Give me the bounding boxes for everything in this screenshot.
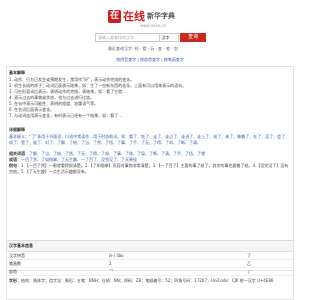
related-label: 相关词语 bbox=[9, 151, 25, 156]
footer-label: 字形 bbox=[9, 278, 17, 283]
logo-subtitle: 新华字典 bbox=[147, 12, 175, 20]
lookup-nav[interactable]: 按拼音查字 | 按部首查字 | 按笔画查字 bbox=[0, 57, 300, 63]
info-table-title: 汉字基本信息 bbox=[7, 241, 293, 252]
page: 在 在线 新华字典 www.xxxx.cn 请输入要查找的汉字 汉字 查询 最近… bbox=[0, 0, 300, 300]
logo-mark-icon: 在 bbox=[108, 9, 121, 23]
table-row: 部首 乛 亅 bbox=[7, 268, 293, 276]
site-logo[interactable]: 在 在线 新华字典 bbox=[108, 8, 175, 24]
basic-title: 基本解释 bbox=[9, 70, 25, 75]
logo-url: www.xxxx.cn bbox=[140, 23, 167, 28]
example-label: 例句 bbox=[9, 163, 17, 168]
idiom-words[interactable]: 一目了然、了如指掌、了无生趣、一了百了、没完没了、了无牵挂 bbox=[21, 157, 137, 162]
table-row: 笔画数 2 乙 bbox=[7, 260, 293, 268]
search-bar: 请输入要查找的汉字 汉字 查询 bbox=[95, 33, 206, 42]
example-text: 1.【一目了然】一眼就看得很清楚。2.【了如指掌】形容对事物非常清楚。3.【一了… bbox=[9, 163, 289, 174]
search-input[interactable]: 请输入要查找的汉字 bbox=[95, 33, 161, 42]
footer-info: 字形：结构：独体字；造字法：象形；五笔：BNH；仓颉：NN；郑码：ZB；笔顺编号… bbox=[9, 278, 274, 283]
footer-content: 结构：独体字；造字法：象形；五笔：BNH；仓颉：NN；郑码：ZB；笔顺编号：52… bbox=[21, 278, 274, 283]
table-row: 汉字拼音 le / liǎo 了 bbox=[7, 252, 293, 260]
idiom-label: 成语 bbox=[9, 157, 17, 162]
related-words[interactable]: 了解、了当、了结、了然、了无、了得、了却、了事、了账、了局、了断、了清、了手、了… bbox=[29, 151, 205, 156]
recent-searches[interactable]: 最近查询汉字: 柏 · 看 · 玩 · 查 · 笔 · 划 bbox=[108, 46, 178, 52]
detail-content[interactable]: 基本释义：“了”多用于书面语，口语中常读作…用于时态助词。如：看了、吃了、走了、… bbox=[7, 134, 293, 146]
detail-title: 详细解释 bbox=[9, 127, 25, 132]
search-button[interactable]: 查询 bbox=[180, 33, 206, 42]
info-section: 汉字基本信息 汉字拼音 le / liǎo 了 笔画数 2 乙 部首 乛 亅 字… bbox=[6, 240, 294, 300]
search-type-select[interactable]: 汉字 bbox=[160, 33, 180, 42]
logo-name: 在线 bbox=[123, 10, 145, 23]
